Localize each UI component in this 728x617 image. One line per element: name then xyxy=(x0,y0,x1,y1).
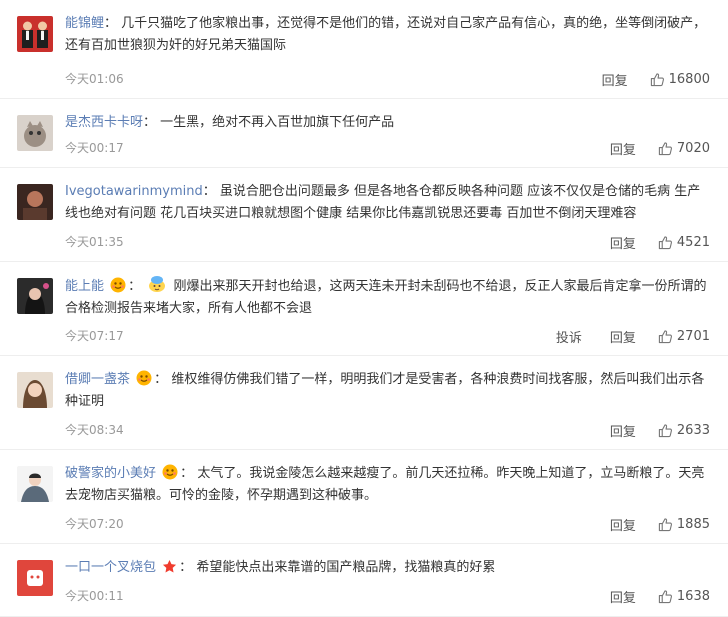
comment-username[interactable]: 借卿一盏茶 xyxy=(65,372,130,387)
like-button[interactable]: 4521 xyxy=(658,235,710,250)
avatar[interactable] xyxy=(17,466,53,502)
like-button[interactable]: 1885 xyxy=(658,517,710,532)
reply-button[interactable]: 回复 xyxy=(602,70,628,89)
comment-item: 破警家的小美好 ： 太气了。我说金陵怎么越来越瘦了。前几天还拉稀。昨天晚上知道了… xyxy=(0,450,728,544)
avatar[interactable] xyxy=(17,115,53,151)
comment-time: 今天01:35 xyxy=(65,235,124,249)
like-button[interactable]: 7020 xyxy=(658,141,710,156)
vip-badge-icon xyxy=(136,370,152,386)
comment-username[interactable]: 能上能 xyxy=(65,279,104,294)
like-count: 16800 xyxy=(668,72,710,87)
avatar[interactable] xyxy=(17,278,53,314)
report-button[interactable]: 投诉 xyxy=(556,327,582,346)
comment-time: 今天08:34 xyxy=(65,423,124,437)
vip-badge-icon xyxy=(162,464,178,480)
like-button[interactable]: 2633 xyxy=(658,423,710,438)
reply-button[interactable]: 回复 xyxy=(610,421,636,440)
thumbs-up-icon xyxy=(658,424,672,438)
reply-button[interactable]: 回复 xyxy=(610,587,636,606)
like-count: 4521 xyxy=(676,235,710,250)
avatar[interactable] xyxy=(17,184,53,220)
comment-body: 几千只猫吃了他家粮出事，还觉得不是他们的错，还说对自己家产品有信心，真的绝，坐等… xyxy=(65,16,707,53)
avatar[interactable] xyxy=(17,372,53,408)
star-badge-icon xyxy=(163,559,177,573)
like-count: 2701 xyxy=(676,329,710,344)
comment-text: 能锦鲤： 几千只猫吃了他家粮出事，还觉得不是他们的错，还说对自己家产品有信心，真… xyxy=(65,16,707,53)
thumbs-up-icon xyxy=(658,330,672,344)
vip-badge-icon xyxy=(110,277,126,293)
comment-body: 一生黑，绝对不再入百世加旗下任何产品 xyxy=(160,115,395,130)
thumbs-up-icon xyxy=(650,73,664,87)
comment-item: 能上能 ： 刚爆出来那天开封也给退，这两天连未开封未刮码也不给退，反正人家最后肯… xyxy=(0,262,728,356)
avatar[interactable] xyxy=(17,16,53,52)
like-count: 1885 xyxy=(676,517,710,532)
thumbs-up-icon xyxy=(658,142,672,156)
comment-item: 借卿一盏茶 ： 维权维得仿佛我们错了一样，明明我们才是受害者，各种浪费时间找客服… xyxy=(0,356,728,450)
thumbs-up-icon xyxy=(658,590,672,604)
thumbs-up-icon xyxy=(658,518,672,532)
comment-time: 今天07:20 xyxy=(65,517,124,531)
comment-body: 太气了。我说金陵怎么越来越瘦了。前几天还拉稀。昨天晚上知道了，立马断粮了。天亮去… xyxy=(65,466,705,503)
comment-item: 一口一个叉烧包 ： 希望能快点出来靠谱的国产粮品牌，找猫粮真的好累 今天00:1… xyxy=(0,544,728,617)
comment-username[interactable]: Ivegotawarinmymind xyxy=(65,184,203,199)
like-count: 7020 xyxy=(676,141,710,156)
comment-text: 是杰西卡卡呀： 一生黑，绝对不再入百世加旗下任何产品 xyxy=(65,115,395,130)
comment-item: 是杰西卡卡呀： 一生黑，绝对不再入百世加旗下任何产品 今天00:17 回复 70… xyxy=(0,99,728,168)
like-count: 2633 xyxy=(676,423,710,438)
comment-username[interactable]: 能锦鲤 xyxy=(65,16,104,31)
reply-button[interactable]: 回复 xyxy=(610,515,636,534)
like-button[interactable]: 2701 xyxy=(658,329,710,344)
reply-button[interactable]: 回复 xyxy=(610,139,636,158)
comment-username[interactable]: 破警家的小美好 xyxy=(65,466,156,481)
comment-text: 一口一个叉烧包 ： 希望能快点出来靠谱的国产粮品牌，找猫粮真的好累 xyxy=(65,559,496,575)
comment-username[interactable]: 是杰西卡卡呀 xyxy=(65,115,143,130)
comment-item: 能锦鲤： 几千只猫吃了他家粮出事，还觉得不是他们的错，还说对自己家产品有信心，真… xyxy=(0,0,728,99)
comment-text: 破警家的小美好 ： 太气了。我说金陵怎么越来越瘦了。前几天还拉稀。昨天晚上知道了… xyxy=(65,464,705,503)
comment-time: 今天00:17 xyxy=(65,141,124,155)
like-button[interactable]: 16800 xyxy=(650,72,710,87)
like-button[interactable]: 1638 xyxy=(658,589,710,604)
comment-username[interactable]: 一口一个叉烧包 xyxy=(65,560,156,575)
avatar[interactable] xyxy=(17,560,53,596)
like-count: 1638 xyxy=(676,589,710,604)
comment-time: 今天00:11 xyxy=(65,589,124,603)
comment-text: Ivegotawarinmymind： 虽说合肥仓出问题最多 但是各地各仓都反映… xyxy=(65,184,701,221)
comment-time: 今天01:06 xyxy=(65,72,124,86)
comment-item: Ivegotawarinmymind： 虽说合肥仓出问题最多 但是各地各仓都反映… xyxy=(0,168,728,262)
thumbs-up-icon xyxy=(658,236,672,250)
reply-button[interactable]: 回复 xyxy=(610,327,636,346)
comment-body: 希望能快点出来靠谱的国产粮品牌，找猫粮真的好累 xyxy=(196,560,496,575)
comment-text: 借卿一盏茶 ： 维权维得仿佛我们错了一样，明明我们才是受害者，各种浪费时间找客服… xyxy=(65,370,705,409)
comment-text: 能上能 ： 刚爆出来那天开封也给退，这两天连未开封未刮码也不给退，反正人家最后肯… xyxy=(65,275,710,320)
emoji-icon xyxy=(149,276,166,292)
reply-button[interactable]: 回复 xyxy=(610,233,636,252)
comment-time: 今天07:17 xyxy=(65,329,124,343)
